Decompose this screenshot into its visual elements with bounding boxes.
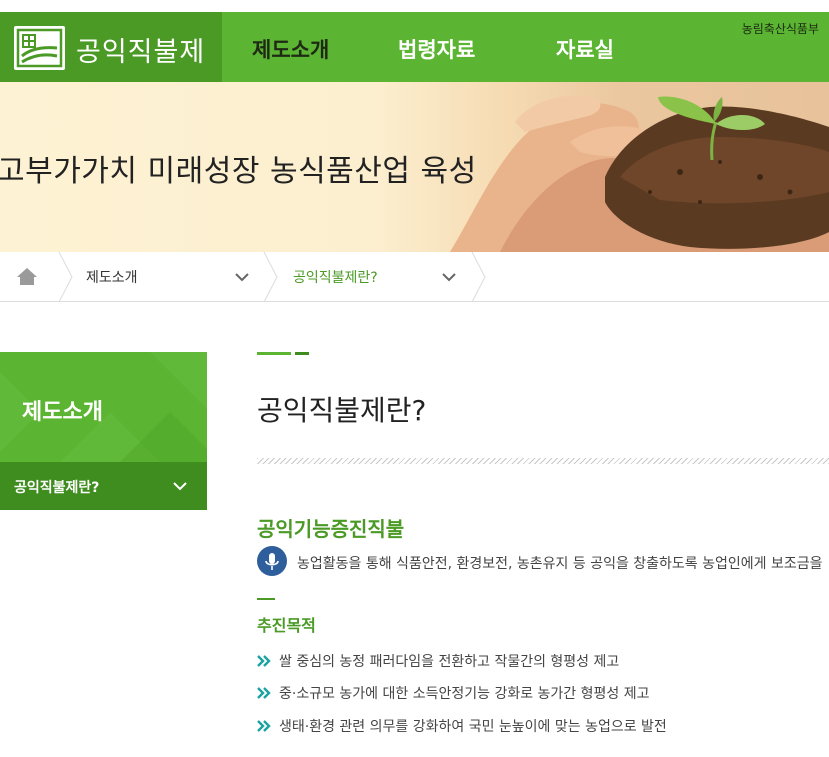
list-item: 중·소규모 농가에 대한 소득안정기능 강화로 농가간 형평성 제고 [257,683,649,703]
list-item: 생태·환경 관련 의무를 강화하여 국민 눈높이에 맞는 농업으로 발전 [257,716,667,736]
section-description: 농업활동을 통해 식품안전, 환경보전, 농촌유지 등 공익을 창출하도록 농업… [297,556,823,572]
sidebar-item-current[interactable]: 공익직불제란? [0,462,207,510]
breadcrumb-item-intro[interactable]: 제도소개 [86,252,256,302]
page-title: 공익직불제란? [257,394,427,427]
home-button[interactable] [0,252,58,302]
chevron-down-icon [442,273,456,282]
logo[interactable]: 공익직불제 [0,12,222,82]
nav-item-laws[interactable]: 법령자료 [398,34,475,64]
logo-text: 공익직불제 [76,37,206,68]
home-icon [17,268,37,285]
hero-banner: 고부가가치 미래성장 농식품산업 육성 [0,82,829,252]
purpose-text: 중·소규모 농가에 대한 소득안정기능 강화로 농가간 형평성 제고 [279,686,650,702]
subtitle-decoration [257,598,275,600]
sidebar-title: 제도소개 [22,400,103,425]
sidebar-item-label: 공익직불제란? [14,480,100,496]
purpose-title: 추진목적 [257,616,316,635]
double-chevron-right-icon [257,655,271,667]
list-item: 쌀 중심의 농정 패러다임을 전환하고 작물간의 형평성 제고 [257,651,619,671]
title-decoration [257,352,309,355]
breadcrumb-separator [471,252,486,302]
logo-icon [14,26,65,70]
double-chevron-right-icon [257,720,271,732]
purpose-text: 생태·환경 관련 의무를 강화하여 국민 눈높이에 맞는 농업으로 발전 [279,719,667,735]
nav-item-archive[interactable]: 자료실 [556,34,614,64]
sidebar-header: 제도소개 [0,352,207,462]
ministry-link[interactable]: 농림축산식품부 [742,20,819,37]
section-title: 공익기능증진직불 [257,517,405,541]
breadcrumb: 제도소개 공익직불제란? [0,252,829,302]
hands-soil-image [450,95,829,252]
chevron-down-icon [173,482,187,491]
nav-item-intro[interactable]: 제도소개 [252,34,329,64]
microphone-icon [257,546,287,576]
breadcrumb-item-current[interactable]: 공익직불제란? [293,252,463,302]
purpose-text: 쌀 중심의 농정 패러다임을 전환하고 작물간의 형평성 제고 [279,654,620,670]
hero-title: 고부가가치 미래성장 농식품산업 육성 [0,154,477,189]
breadcrumb-separator [263,252,278,302]
breadcrumb-label: 제도소개 [86,270,138,286]
divider [257,458,829,464]
site-header: 공익직불제 제도소개 법령자료 자료실 농림축산식품부 [0,12,829,82]
double-chevron-right-icon [257,687,271,699]
chevron-down-icon [235,273,249,282]
breadcrumb-label: 공익직불제란? [293,270,378,286]
breadcrumb-separator [58,252,73,302]
